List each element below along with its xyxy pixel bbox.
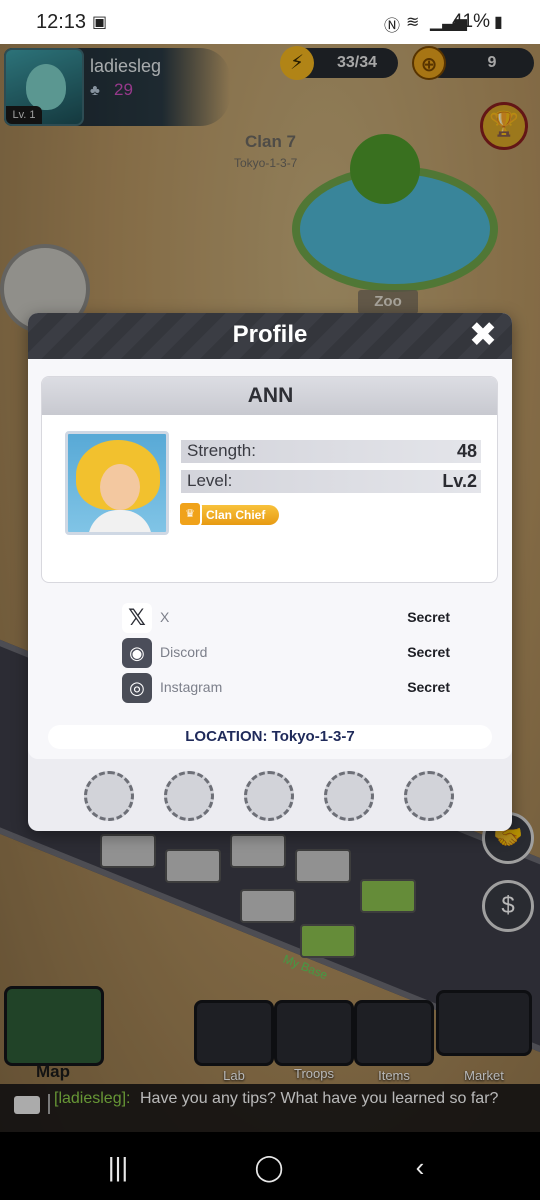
x-icon: 𝕏 bbox=[122, 603, 152, 633]
portrait-face bbox=[100, 464, 140, 510]
empty-slot[interactable] bbox=[164, 771, 214, 821]
location-bar: LOCATION: Tokyo-1-3-7 bbox=[48, 725, 492, 749]
system-nav-bar: ||| ◯ ‹ bbox=[0, 1132, 540, 1200]
empty-slot[interactable] bbox=[324, 771, 374, 821]
profile-modal: Profile ✖ ANN Strength: 48 Level: Lv.2 C… bbox=[28, 313, 512, 831]
stat-label: Level: bbox=[187, 471, 233, 490]
discord-icon: ◉ bbox=[122, 638, 152, 668]
social-name: Instagram bbox=[160, 679, 223, 695]
empty-slot[interactable] bbox=[244, 771, 294, 821]
modal-header: Profile ✖ bbox=[28, 313, 512, 359]
modal-body: ANN Strength: 48 Level: Lv.2 Clan Chief … bbox=[28, 359, 512, 759]
stat-strength: Strength: 48 bbox=[181, 440, 481, 463]
recent-apps-icon[interactable]: ||| bbox=[98, 1152, 138, 1182]
battery-level: 41% bbox=[451, 11, 490, 32]
empty-slot[interactable] bbox=[404, 771, 454, 821]
social-row-instagram: ◎ Instagram Secret bbox=[122, 673, 462, 703]
portrait-body bbox=[88, 510, 152, 532]
status-time: 12:13 bbox=[36, 11, 87, 33]
social-name: X bbox=[160, 609, 170, 625]
social-value: Secret bbox=[407, 644, 450, 660]
modal-title: Profile bbox=[232, 321, 308, 348]
battery-icon: ▮ bbox=[494, 14, 503, 31]
stat-value: 48 bbox=[456, 441, 477, 461]
status-bar: 12:13 ▣ Ⓝ ≋ ▁▃▅ 41% ▮ bbox=[0, 0, 540, 44]
social-name: Discord bbox=[160, 644, 208, 660]
empty-slot[interactable] bbox=[84, 771, 134, 821]
social-value: Secret bbox=[407, 679, 450, 695]
nfc-icon: Ⓝ bbox=[384, 18, 401, 35]
social-row-x: 𝕏 X Secret bbox=[122, 603, 462, 633]
profile-card: ANN Strength: 48 Level: Lv.2 Clan Chief … bbox=[41, 376, 498, 583]
instagram-icon: ◎ bbox=[122, 673, 152, 703]
wifi-icon: ≋ bbox=[406, 14, 420, 31]
crown-icon: ♛ bbox=[178, 501, 202, 527]
close-icon[interactable]: ✖ bbox=[466, 318, 500, 353]
back-icon[interactable]: ‹ bbox=[400, 1152, 440, 1182]
profile-portrait bbox=[65, 431, 169, 535]
app-notification-icon: ▣ bbox=[92, 14, 108, 31]
stat-level: Level: Lv.2 bbox=[181, 470, 481, 493]
social-row-discord: ◉ Discord Secret bbox=[122, 638, 462, 668]
stat-label: Strength: bbox=[187, 441, 256, 460]
social-value: Secret bbox=[407, 609, 450, 625]
home-icon[interactable]: ◯ bbox=[249, 1152, 289, 1182]
stat-value: Lv.2 bbox=[442, 471, 477, 491]
profile-name: ANN bbox=[42, 377, 497, 415]
